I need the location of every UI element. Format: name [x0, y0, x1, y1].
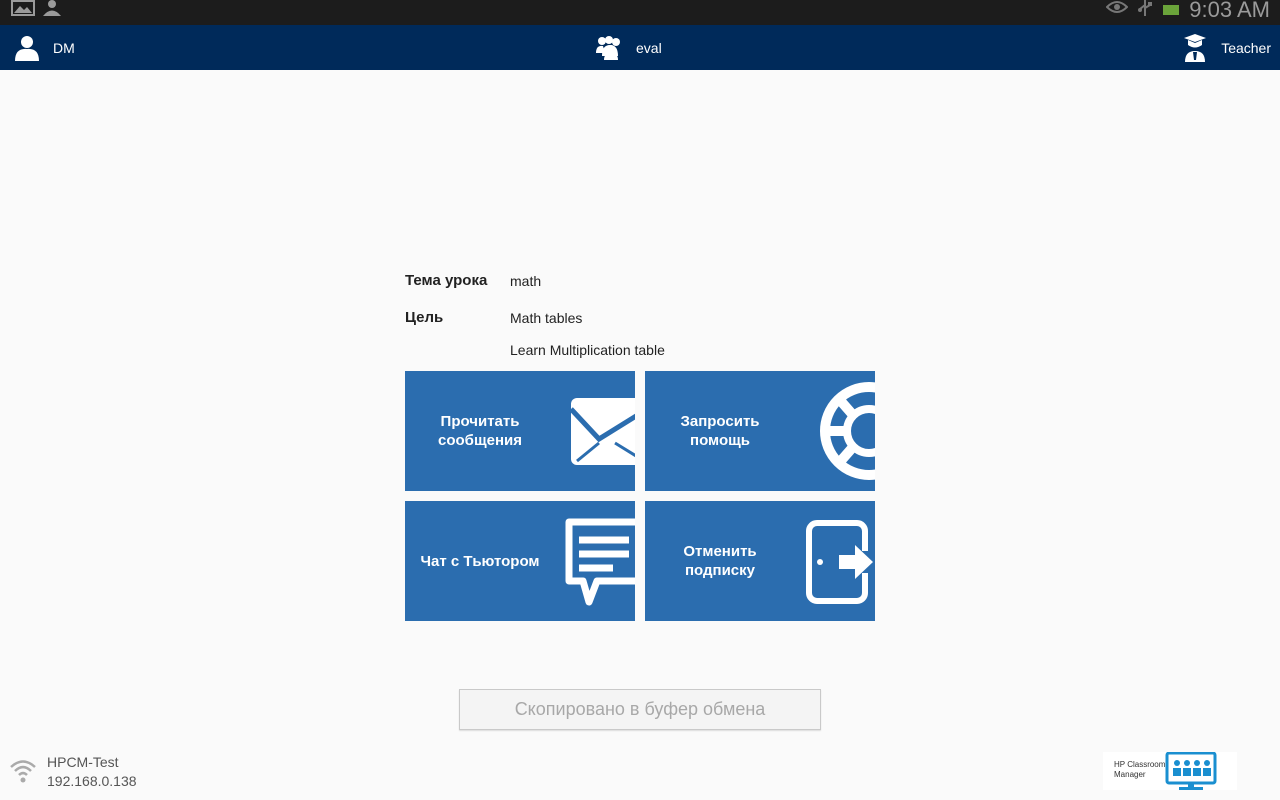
status-bar: 9:03 AM	[0, 0, 1280, 25]
tile-label: Запросить помощь	[680, 413, 760, 449]
goal-label: Цель	[405, 309, 444, 326]
network-name: HPCM-Test	[47, 754, 119, 770]
user-menu[interactable]: DM	[14, 25, 75, 70]
tile-label: Прочитать сообщения	[438, 413, 522, 449]
user-name: DM	[53, 39, 75, 56]
read-messages-tile[interactable]: Прочитать сообщения	[405, 371, 635, 491]
network-ip: 192.168.0.138	[47, 773, 137, 789]
topic-label: Тема урока	[405, 272, 488, 289]
eye-icon	[1105, 0, 1129, 19]
exit-door-icon	[795, 501, 875, 621]
copy-to-clipboard-button[interactable]: Скопировано в буфер обмена	[459, 689, 821, 730]
goal-detail: Learn Multiplication table	[510, 342, 665, 358]
tile-label: Отменить подписку	[683, 543, 757, 579]
group-icon	[596, 35, 622, 60]
classroom-monitor-icon	[1165, 751, 1219, 797]
tile-label: Чат с Тьютором	[420, 552, 540, 570]
envelope-icon	[555, 371, 635, 491]
teacher-icon	[1183, 33, 1207, 62]
lifebuoy-icon	[795, 371, 875, 491]
user-icon	[14, 35, 40, 61]
image-icon	[11, 0, 35, 21]
request-help-tile[interactable]: Запросить помощь	[645, 371, 875, 491]
role-name: Teacher	[1221, 39, 1271, 56]
battery-icon	[1163, 1, 1179, 20]
person-icon	[42, 0, 62, 21]
app-header: DM eval Teacher	[0, 25, 1280, 70]
brand-logo: HP Classroom Manager	[1103, 751, 1237, 790]
chat-icon	[555, 501, 635, 621]
usb-icon	[1138, 0, 1152, 21]
chat-tutor-tile[interactable]: Чат с Тьютором	[405, 501, 635, 621]
topic-value: math	[510, 273, 542, 289]
group-name: eval	[636, 39, 662, 56]
status-time: 9:03 AM	[1189, 0, 1270, 22]
wifi-icon	[10, 758, 36, 789]
group-menu[interactable]: eval	[596, 25, 662, 70]
role-menu[interactable]: Teacher	[1183, 25, 1271, 70]
goal-value: Math tables	[510, 310, 583, 326]
unsubscribe-tile[interactable]: Отменить подписку	[645, 501, 875, 621]
